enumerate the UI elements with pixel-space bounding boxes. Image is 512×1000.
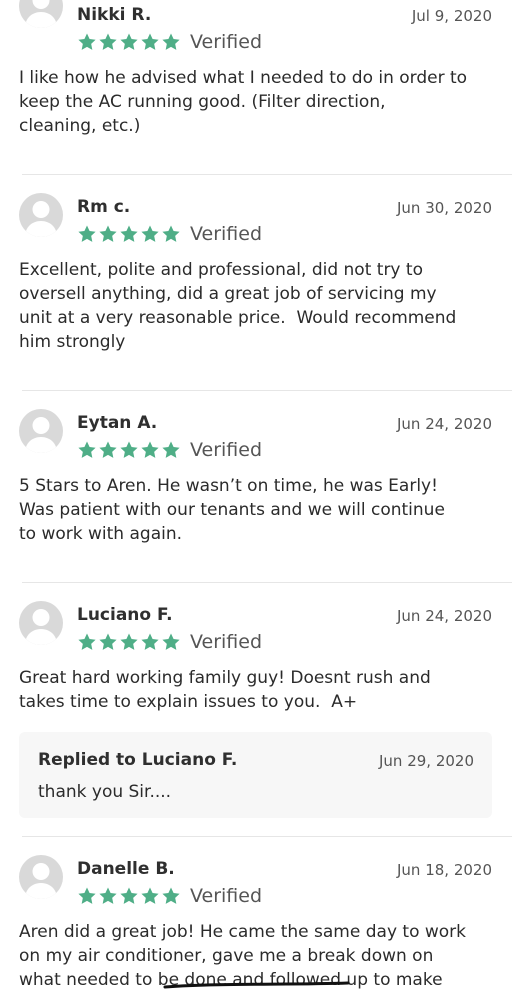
reply-title: Replied to Luciano F. [38,750,238,770]
star-icon [98,32,118,52]
star-icon [119,440,139,460]
star-icon [77,224,97,244]
star-icon [98,440,118,460]
star-icon [77,32,97,52]
avatar [19,0,63,28]
reply-text: thank you Sir.... [38,782,172,802]
avatar [19,193,63,237]
verified-label: Verified [190,885,263,907]
owner-reply: Replied to Luciano F. Jun 29, 2020 thank… [19,732,492,818]
verified-label: Verified [190,439,263,461]
review-date: Jun 24, 2020 [396,607,492,625]
review-text: I like how he advised what I needed to d… [19,68,468,136]
user-placeholder-icon [19,855,63,899]
user-placeholder-icon [19,601,63,645]
star-rating: Verified [77,884,262,908]
star-icon [119,886,139,906]
user-placeholder-icon [19,193,63,237]
star-icon [161,224,181,244]
star-icon [119,32,139,52]
star-rating: Verified [77,30,262,54]
reviewer-name: Nikki R. [77,5,152,25]
star-icon [119,632,139,652]
review-text: Excellent, polite and professional, did … [19,260,457,352]
avatar [19,409,63,453]
star-rating: Verified [77,438,262,462]
star-icon [98,224,118,244]
star-icon [77,632,97,652]
review-date: Jun 30, 2020 [396,199,492,217]
reviewer-name: Danelle B. [77,859,175,879]
review-date: Jun 18, 2020 [396,861,492,879]
star-icon [98,886,118,906]
review-date: Jul 9, 2020 [411,7,492,25]
star-icon [77,886,97,906]
star-icon [140,632,160,652]
star-icon [161,632,181,652]
divider [22,582,512,583]
star-icon [98,632,118,652]
review-text: 5 Stars to Aren. He wasn’t on time, he w… [19,476,445,544]
reviewer-name: Rm c. [77,197,131,217]
avatar [19,601,63,645]
user-placeholder-icon [19,409,63,453]
star-icon [77,440,97,460]
star-rating: Verified [77,222,262,246]
verified-label: Verified [190,223,263,245]
divider [22,390,512,391]
user-placeholder-icon [19,0,63,28]
divider [22,174,512,175]
star-icon [140,32,160,52]
review-date: Jun 24, 2020 [396,415,492,433]
star-icon [140,224,160,244]
star-icon [140,886,160,906]
star-icon [140,440,160,460]
reviewer-name: Luciano F. [77,605,173,625]
reply-date: Jun 29, 2020 [378,752,474,770]
reviewer-name: Eytan A. [77,413,158,433]
star-icon [161,440,181,460]
star-icon [161,32,181,52]
review-text: Great hard working family guy! Doesnt ru… [19,668,431,712]
star-icon [119,224,139,244]
verified-label: Verified [190,631,263,653]
star-rating: Verified [77,630,262,654]
star-icon [161,886,181,906]
avatar [19,855,63,899]
verified-label: Verified [190,31,263,53]
divider [22,836,512,837]
review-text: Aren did a great job! He came the same d… [19,922,467,990]
